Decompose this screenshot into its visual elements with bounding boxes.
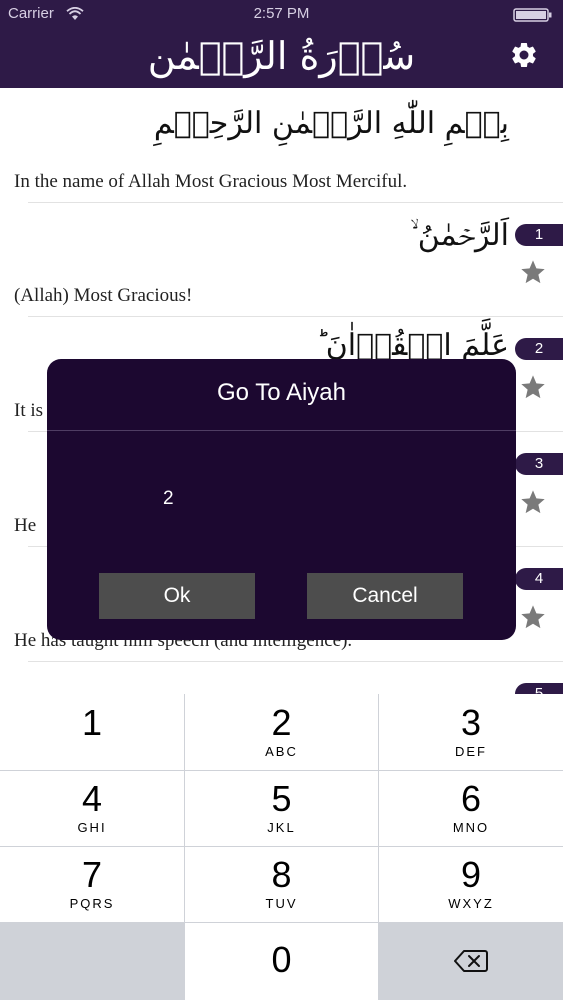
- key-1[interactable]: 1: [0, 694, 184, 770]
- key-blank: [0, 923, 184, 1000]
- star-icon[interactable]: [519, 488, 547, 516]
- dialog-title: Go To Aiyah: [217, 379, 346, 406]
- key-letters: ABC: [265, 744, 298, 759]
- delete-icon: [454, 950, 488, 972]
- key-digit: 2: [271, 702, 292, 743]
- key-2[interactable]: 2 ABC: [185, 694, 378, 770]
- verse-arabic: اَلرَّحۡمٰنُ ۙ: [410, 218, 509, 253]
- aiyah-number-input[interactable]: [147, 481, 417, 517]
- go-to-aiyah-dialog: Go To Aiyah Ok Cancel: [47, 359, 516, 640]
- surah-title: سُوۡرَةُ الرَّحۡمٰن: [147, 34, 416, 78]
- verse-number-badge: 4: [515, 568, 563, 590]
- battery-icon: [513, 8, 552, 22]
- key-letters: DEF: [455, 744, 487, 759]
- key-5[interactable]: 5 JKL: [185, 771, 378, 846]
- key-3[interactable]: 3 DEF: [379, 694, 563, 770]
- key-digit: 4: [81, 778, 103, 819]
- ok-button[interactable]: Ok: [99, 573, 255, 619]
- verse-translation: He: [14, 515, 37, 536]
- verse-number-badge: 3: [515, 453, 563, 475]
- key-9[interactable]: 9 WXYZ: [379, 847, 563, 922]
- key-6[interactable]: 6 MNO: [379, 771, 563, 846]
- key-letters: WXYZ: [448, 896, 494, 911]
- key-letters: JKL: [267, 820, 296, 835]
- divider: [28, 661, 563, 662]
- key-7[interactable]: 7 PQRS: [0, 847, 184, 922]
- gear-icon[interactable]: [509, 40, 539, 70]
- key-digit: 7: [81, 854, 103, 895]
- numeric-keypad: 1 2 ABC 3 DEF 4 GHI 5 JKL 6 MNO 7 PQRS 8…: [0, 694, 563, 1000]
- verse-number-badge: 5: [515, 683, 563, 694]
- verse-number-badge: 2: [515, 338, 563, 360]
- bismillah-arabic: بِسۡمِ اللّٰهِ الرَّحۡمٰنِ الرَّحِیۡمِ: [153, 106, 509, 141]
- key-letters: TUV: [265, 896, 298, 911]
- verse-translation: (Allah) Most Gracious!: [14, 285, 193, 306]
- dialog-divider: [47, 430, 516, 431]
- delete-key[interactable]: [379, 923, 563, 1000]
- key-digit: 0: [271, 939, 292, 980]
- key-digit: 1: [81, 702, 103, 743]
- key-8[interactable]: 8 TUV: [185, 847, 378, 922]
- cancel-button[interactable]: Cancel: [307, 573, 463, 619]
- star-icon[interactable]: [519, 603, 547, 631]
- status-time: 2:57 PM: [253, 5, 310, 22]
- key-0[interactable]: 0: [185, 923, 378, 1000]
- bismillah-translation: In the name of Allah Most Gracious Most …: [14, 171, 408, 192]
- key-digit: 9: [460, 854, 482, 895]
- status-bar: Carrier 2:57 PM: [0, 0, 563, 28]
- key-4[interactable]: 4 GHI: [0, 771, 184, 846]
- key-letters: MNO: [452, 820, 490, 835]
- verse-translation: It is: [14, 400, 44, 421]
- key-digit: 3: [460, 702, 482, 743]
- key-digit: 5: [271, 778, 292, 819]
- divider: [28, 316, 563, 317]
- verse-arabic: عَلَّمَ الۡقُرۡاٰنَ ؕ: [316, 328, 509, 363]
- star-icon[interactable]: [519, 373, 547, 401]
- star-icon[interactable]: [519, 258, 547, 286]
- key-digit: 6: [460, 778, 482, 819]
- key-digit: 8: [271, 854, 292, 895]
- key-letters: PQRS: [69, 896, 115, 911]
- navigation-header: Carrier 2:57 PM سُوۡرَةُ الرَّحۡمٰن: [0, 0, 563, 88]
- divider: [28, 202, 563, 203]
- verse-number-badge: 1: [515, 224, 563, 246]
- key-letters: GHI: [77, 820, 107, 835]
